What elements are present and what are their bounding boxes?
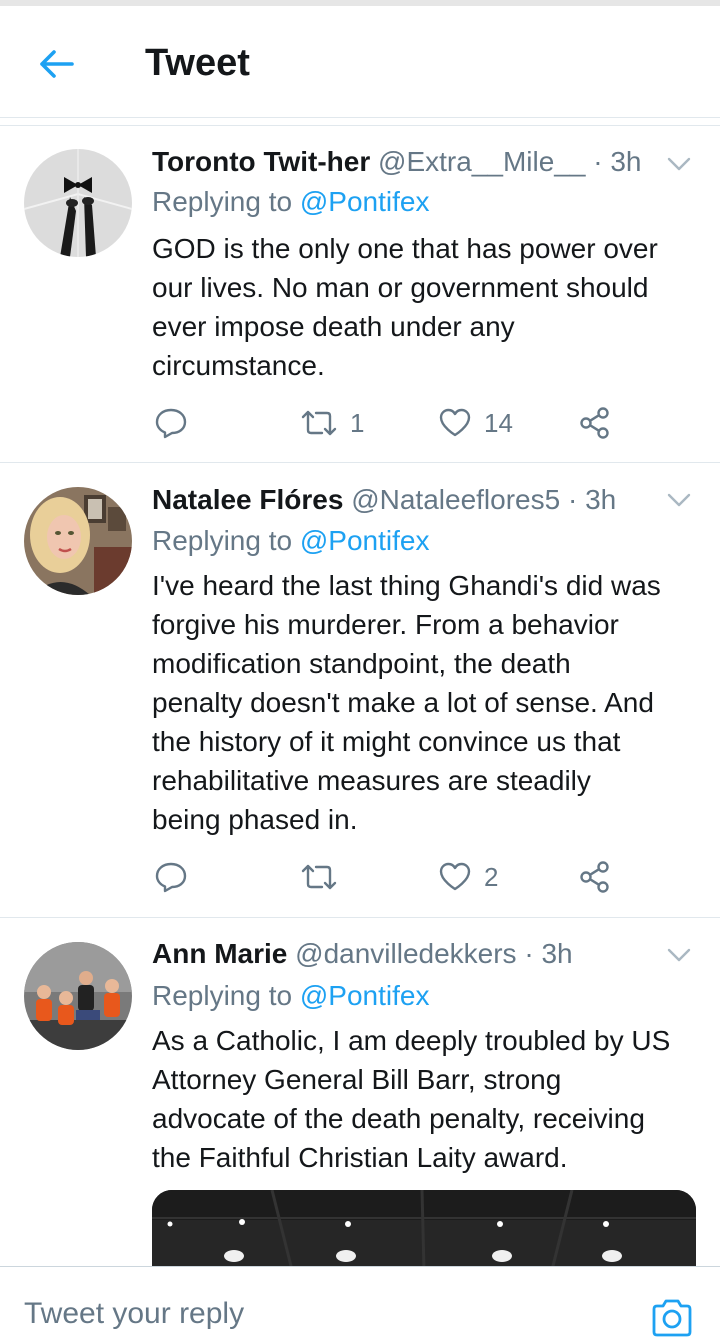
avatar-image: [24, 942, 132, 1050]
tweet-item[interactable]: Toronto Twit-her @Extra__Mile__ · 3h Rep…: [0, 127, 720, 463]
arrow-left-icon: [40, 50, 74, 78]
tweet-text-line: the Faithful Christian Laity award.: [152, 1142, 568, 1173]
tweet-text-line: ever impose death under any: [152, 311, 515, 342]
tweet-text-line: penalty doesn't make a lot of sense. And: [152, 687, 654, 718]
mention-link[interactable]: @Pontifex: [300, 525, 430, 556]
tweet-text-line: our lives. No man or government should: [152, 272, 649, 303]
replying-to: Replying to @Pontifex: [152, 185, 429, 219]
reply-composer: Tweet your reply: [0, 1266, 720, 1342]
retweet-icon: [301, 864, 337, 890]
avatar[interactable]: [24, 487, 132, 595]
tweet-text-line: Attorney General Bill Barr, strong: [152, 1064, 562, 1095]
tweet-text-line: being phased in.: [152, 804, 358, 835]
tweet-text-line: I've heard the last thing Ghandi's did w…: [152, 570, 661, 601]
avatar[interactable]: [24, 942, 132, 1050]
reply-icon: [155, 408, 187, 439]
author-name[interactable]: Ann Marie: [152, 938, 287, 969]
retweet-count: 1: [350, 407, 365, 438]
author-handle[interactable]: @danvilledekkers: [295, 938, 516, 969]
share-button[interactable]: [578, 857, 612, 897]
tweet-actions: 1 14: [152, 403, 672, 443]
tweet-text-line: forgive his murderer. From a behavior: [152, 609, 619, 640]
author-name[interactable]: Toronto Twit-her: [152, 146, 370, 177]
chevron-down-icon[interactable]: [664, 149, 694, 179]
tweet-media[interactable]: [152, 1190, 696, 1270]
tweet-text-line: GOD is the only one that has power over: [152, 233, 658, 264]
mention-link[interactable]: @Pontifex: [300, 186, 430, 217]
chevron-down-icon[interactable]: [664, 940, 694, 970]
share-icon: [580, 861, 609, 893]
heart-icon: [439, 408, 471, 437]
tweet-header: Natalee Flóres @Nataleeflores5 · 3h: [152, 483, 660, 517]
avatar-image: [24, 149, 132, 257]
camera-icon[interactable]: [650, 1297, 694, 1337]
replying-prefix: Replying to: [152, 525, 293, 556]
media-image: [152, 1190, 696, 1270]
author-name[interactable]: Natalee Flóres: [152, 484, 343, 515]
retweet-icon: [301, 410, 337, 436]
tweet-text-line: the history of it might convince us that: [152, 726, 621, 757]
replying-prefix: Replying to: [152, 186, 293, 217]
tweet-text-line: As a Catholic, I am deeply troubled by U…: [152, 1025, 671, 1056]
avatar[interactable]: [24, 149, 132, 257]
avatar-image: [24, 487, 132, 595]
timestamp: · 3h: [567, 484, 617, 515]
tweet-text-line: rehabilitative measures are steadily: [152, 765, 591, 796]
retweet-button[interactable]: 1: [300, 403, 364, 443]
page-title: Tweet: [145, 42, 250, 84]
back-button[interactable]: [28, 36, 84, 92]
author-handle[interactable]: @Nataleeflores5: [351, 484, 560, 515]
author-handle[interactable]: @Extra__Mile__: [378, 146, 585, 177]
tweet-text-line: circumstance.: [152, 350, 325, 381]
tweet-header: Toronto Twit-her @Extra__Mile__ · 3h: [152, 145, 660, 179]
like-button[interactable]: 14: [438, 403, 513, 443]
share-icon: [580, 407, 609, 439]
tweet-actions: 2: [152, 857, 672, 897]
header-divider: [0, 118, 720, 126]
timestamp: · 3h: [593, 146, 642, 177]
tweet-item[interactable]: Ann Marie @danvilledekkers · 3h Replying…: [0, 918, 720, 1270]
mention-link[interactable]: @Pontifex: [300, 980, 430, 1011]
reply-button[interactable]: [154, 857, 188, 897]
replying-prefix: Replying to: [152, 980, 293, 1011]
retweet-button[interactable]: [300, 857, 350, 897]
tweet-text-line: advocate of the death penalty, receiving: [152, 1103, 645, 1134]
heart-icon: [439, 862, 471, 891]
reply-icon: [155, 862, 187, 893]
tweet-text: I've heard the last thing Ghandi's did w…: [152, 566, 700, 839]
chevron-down-icon[interactable]: [664, 485, 694, 515]
timestamp: · 3h: [524, 938, 573, 969]
tweet-text: GOD is the only one that has power over …: [152, 229, 700, 385]
replying-to: Replying to @Pontifex: [152, 524, 429, 558]
replying-to: Replying to @Pontifex: [152, 979, 429, 1013]
like-count: 14: [484, 407, 513, 438]
tweet-item[interactable]: Natalee Flóres @Nataleeflores5 · 3h Repl…: [0, 463, 720, 918]
like-count: 2: [484, 861, 499, 892]
tweet-header: Ann Marie @danvilledekkers · 3h: [152, 937, 660, 971]
header: Tweet: [0, 6, 720, 118]
like-button[interactable]: 2: [438, 857, 498, 897]
reply-button[interactable]: [154, 403, 188, 443]
tweet-text-line: modification standpoint, the death: [152, 648, 571, 679]
reply-input[interactable]: Tweet your reply: [24, 1297, 244, 1331]
tweet-text: As a Catholic, I am deeply troubled by U…: [152, 1021, 700, 1177]
share-button[interactable]: [578, 403, 612, 443]
